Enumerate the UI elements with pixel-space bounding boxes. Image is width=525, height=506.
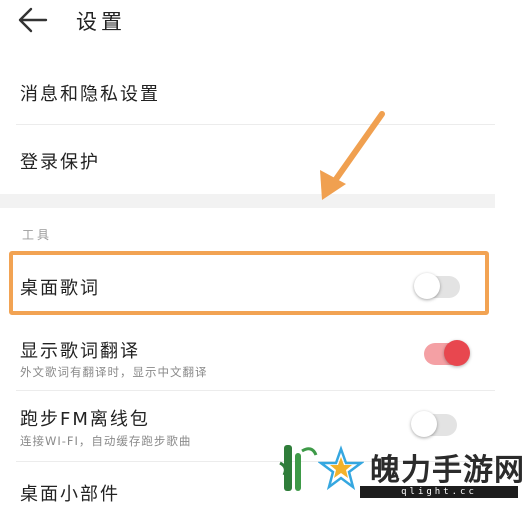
watermark-brand: 魄力手游网 — [370, 453, 525, 488]
running-fm-subtitle: 连接WI-FI，自动缓存跑步歌曲 — [20, 434, 192, 448]
back-button[interactable] — [16, 4, 50, 36]
running-fm-toggle[interactable] — [411, 411, 457, 437]
star-logo-icon — [318, 445, 364, 491]
watermark: 魄力手游网 qlight.cc — [272, 437, 525, 501]
page-title: 设置 — [76, 10, 126, 34]
divider — [16, 124, 495, 125]
section-separator — [0, 194, 495, 208]
watermark-domain: qlight.cc — [360, 486, 518, 498]
highlight-box-annotation — [9, 251, 489, 315]
divider — [16, 390, 495, 391]
header-bar: 设置 — [0, 0, 525, 44]
privacy-settings-item[interactable]: 消息和隐私设置 — [20, 80, 160, 106]
lyrics-translation-label: 显示歌词翻译 — [20, 341, 140, 362]
toggle-knob — [411, 411, 437, 437]
arrow-left-icon — [18, 7, 48, 33]
toggle-knob — [444, 340, 470, 366]
lyrics-translation-toggle[interactable] — [424, 340, 470, 366]
lyrics-translation-subtitle: 外文歌词有翻译时，显示中文翻译 — [20, 365, 208, 379]
login-protection-item[interactable]: 登录保护 — [20, 148, 100, 174]
bamboo-logo-icon — [279, 445, 318, 491]
annotation-arrow-icon — [320, 111, 385, 200]
desktop-widget-item[interactable]: 桌面小部件 — [20, 480, 120, 506]
section-title-tools: 工具 — [22, 228, 53, 242]
running-fm-label: 跑步FM离线包 — [20, 409, 150, 430]
